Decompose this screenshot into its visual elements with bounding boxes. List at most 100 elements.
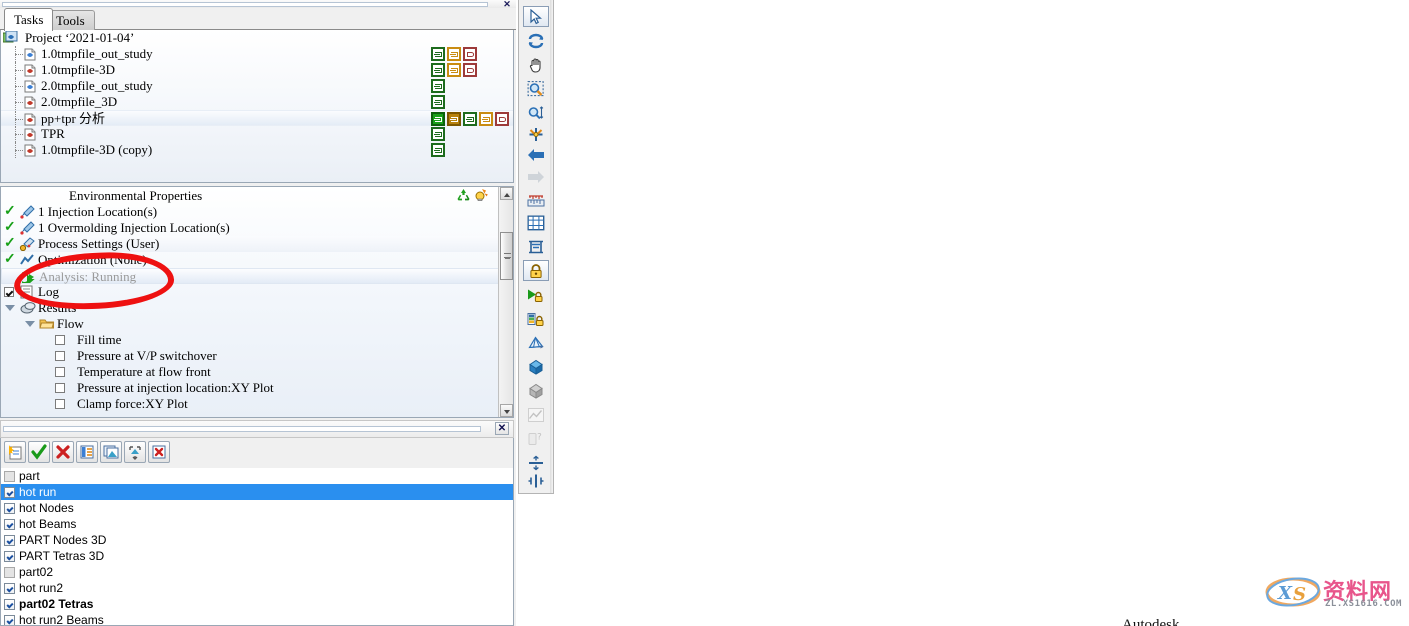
close-icon[interactable]: ✕ (495, 422, 509, 435)
measure-tool[interactable] (523, 190, 549, 211)
status-badge-dred[interactable] (495, 112, 509, 126)
status-badge-green[interactable] (431, 63, 445, 77)
deactivate-layer-button[interactable] (52, 441, 74, 463)
status-badge-dred[interactable] (463, 63, 477, 77)
layer-properties-button[interactable] (76, 441, 98, 463)
recycle-icon[interactable] (456, 188, 471, 202)
layer-visibility-checkbox[interactable] (4, 567, 15, 578)
project-tree-item[interactable]: 2.0tmpfile_out_study (1, 78, 513, 94)
layer-list-item[interactable]: hot Nodes (1, 500, 513, 516)
lightbulb-icon[interactable] (473, 187, 489, 202)
study-task-row[interactable]: Results (1, 300, 513, 316)
shaded-view-button[interactable] (523, 356, 549, 377)
scroll-up-button[interactable] (500, 187, 513, 200)
study-task-row[interactable]: ✓ 1 Injection Location(s) (1, 204, 513, 220)
study-task-row[interactable]: Pressure at V/P switchover (1, 348, 513, 364)
expand-layers-button[interactable] (124, 441, 146, 463)
result-checkbox[interactable] (55, 351, 65, 361)
show-all-layers-button[interactable] (100, 441, 122, 463)
layer-visibility-checkbox[interactable] (4, 551, 15, 562)
project-tree-item[interactable]: 2.0tmpfile_3D (1, 94, 513, 110)
status-badge-amber[interactable] (447, 47, 461, 61)
layer-list-item[interactable]: PART Nodes 3D (1, 532, 513, 548)
status-badge-green[interactable] (431, 95, 445, 109)
status-badge-green[interactable] (431, 127, 445, 141)
layer-visibility-checkbox[interactable] (4, 583, 15, 594)
layers-list[interactable]: part hot run hot Nodes hot Beams PART Nodes … (0, 468, 514, 626)
project-root-row[interactable]: Project ‘2021-01-04’ (1, 30, 513, 46)
activate-layer-button[interactable] (28, 441, 50, 463)
splitter-trough[interactable] (3, 426, 481, 432)
legend-lock-button[interactable] (523, 308, 549, 329)
status-badge-green[interactable] (431, 143, 445, 157)
layer-list-item[interactable]: part (1, 468, 513, 484)
study-task-row[interactable]: Fill time (1, 332, 513, 348)
study-task-row[interactable]: Log (1, 284, 513, 300)
scroll-down-button[interactable] (500, 404, 513, 417)
lock-view-button[interactable] (523, 260, 549, 281)
study-task-row[interactable]: ✓ Process Settings (User) (1, 236, 513, 252)
expander-open-icon[interactable] (5, 305, 15, 311)
tab-tasks[interactable]: Tasks (4, 8, 54, 31)
transparent-view-button[interactable] (523, 380, 549, 401)
model-viewport[interactable]: Autodesk X S 资料网 ZL.XS1616.COM (556, 0, 1409, 626)
select-cursor-tool[interactable] (523, 6, 549, 27)
layer-list-item[interactable]: part02 (1, 564, 513, 580)
layer-list-item[interactable]: hot run2 (1, 580, 513, 596)
center-view-tool[interactable] (523, 124, 549, 145)
mesh-display-button[interactable] (523, 332, 549, 353)
result-checkbox[interactable] (55, 383, 65, 393)
status-badge-green[interactable] (431, 79, 445, 93)
layer-visibility-checkbox[interactable] (4, 471, 15, 482)
project-tree-item[interactable]: 1.0tmpfile_out_study (1, 46, 513, 62)
result-checkbox[interactable] (55, 335, 65, 345)
study-task-row[interactable]: Temperature at flow front (1, 364, 513, 380)
study-task-row[interactable]: Analysis: Running (1, 268, 513, 286)
layer-list-item[interactable]: hot run2 Beams (1, 612, 513, 625)
layer-visibility-checkbox[interactable] (4, 535, 15, 546)
dynamic-zoom-tool[interactable] (523, 102, 549, 123)
layer-visibility-checkbox[interactable] (4, 503, 15, 514)
animate-lock-button[interactable] (523, 284, 549, 305)
pan-tool[interactable] (523, 54, 549, 75)
study-task-row[interactable]: ✓ Optimization (None) (1, 252, 513, 268)
panel-splitter[interactable]: ✕ (0, 420, 514, 438)
status-badge-amber[interactable] (479, 112, 493, 126)
fit-view-button[interactable] (523, 212, 549, 233)
new-layer-button[interactable] (4, 441, 26, 463)
project-tree-item[interactable]: TPR (1, 126, 513, 142)
status-badge-dred[interactable] (463, 47, 477, 61)
status-badge-green[interactable] (463, 112, 477, 126)
previous-view-button[interactable] (523, 144, 549, 165)
study-task-row[interactable]: Pressure at injection location:XY Plot (1, 380, 513, 396)
project-tree-item[interactable]: pp+tpr 分析 (1, 110, 513, 127)
project-tree-item[interactable]: 1.0tmpfile-3D (copy) (1, 142, 513, 158)
status-badge-green[interactable] (431, 47, 445, 61)
layer-list-item[interactable]: hot Beams (1, 516, 513, 532)
delete-layer-button[interactable] (148, 441, 170, 463)
result-checkbox[interactable] (55, 367, 65, 377)
rotate-tool[interactable] (523, 30, 549, 51)
clip-plane-button[interactable] (523, 470, 549, 491)
tab-tools[interactable]: Tools (46, 10, 95, 30)
study-scrollbar[interactable] (498, 187, 513, 417)
expander-open-icon[interactable] (25, 321, 35, 327)
injection-mold-model[interactable] (556, 0, 1409, 626)
status-badge-amber[interactable] (447, 63, 461, 77)
zoom-window-tool[interactable] (523, 78, 549, 99)
layer-visibility-checkbox[interactable] (4, 487, 15, 498)
study-task-row[interactable]: Clamp force:XY Plot (1, 396, 513, 412)
scroll-thumb[interactable] (500, 232, 513, 280)
status-badge-amber[interactable] (447, 112, 461, 126)
layer-visibility-checkbox[interactable] (4, 599, 15, 610)
layer-list-item[interactable]: PART Tetras 3D (1, 548, 513, 564)
layer-list-item[interactable]: part02 Tetras (1, 596, 513, 612)
layer-visibility-checkbox[interactable] (4, 615, 15, 625)
iso-view-button[interactable] (523, 236, 549, 257)
status-badge-green[interactable] (431, 112, 445, 126)
study-task-row[interactable]: Flow (1, 316, 513, 332)
study-task-row[interactable]: ✓ 1 Overmolding Injection Location(s) (1, 220, 513, 236)
project-tree-item[interactable]: 1.0tmpfile-3D (1, 62, 513, 78)
log-checkbox[interactable] (4, 287, 14, 297)
horizontal-scroll-trough[interactable] (2, 2, 488, 7)
